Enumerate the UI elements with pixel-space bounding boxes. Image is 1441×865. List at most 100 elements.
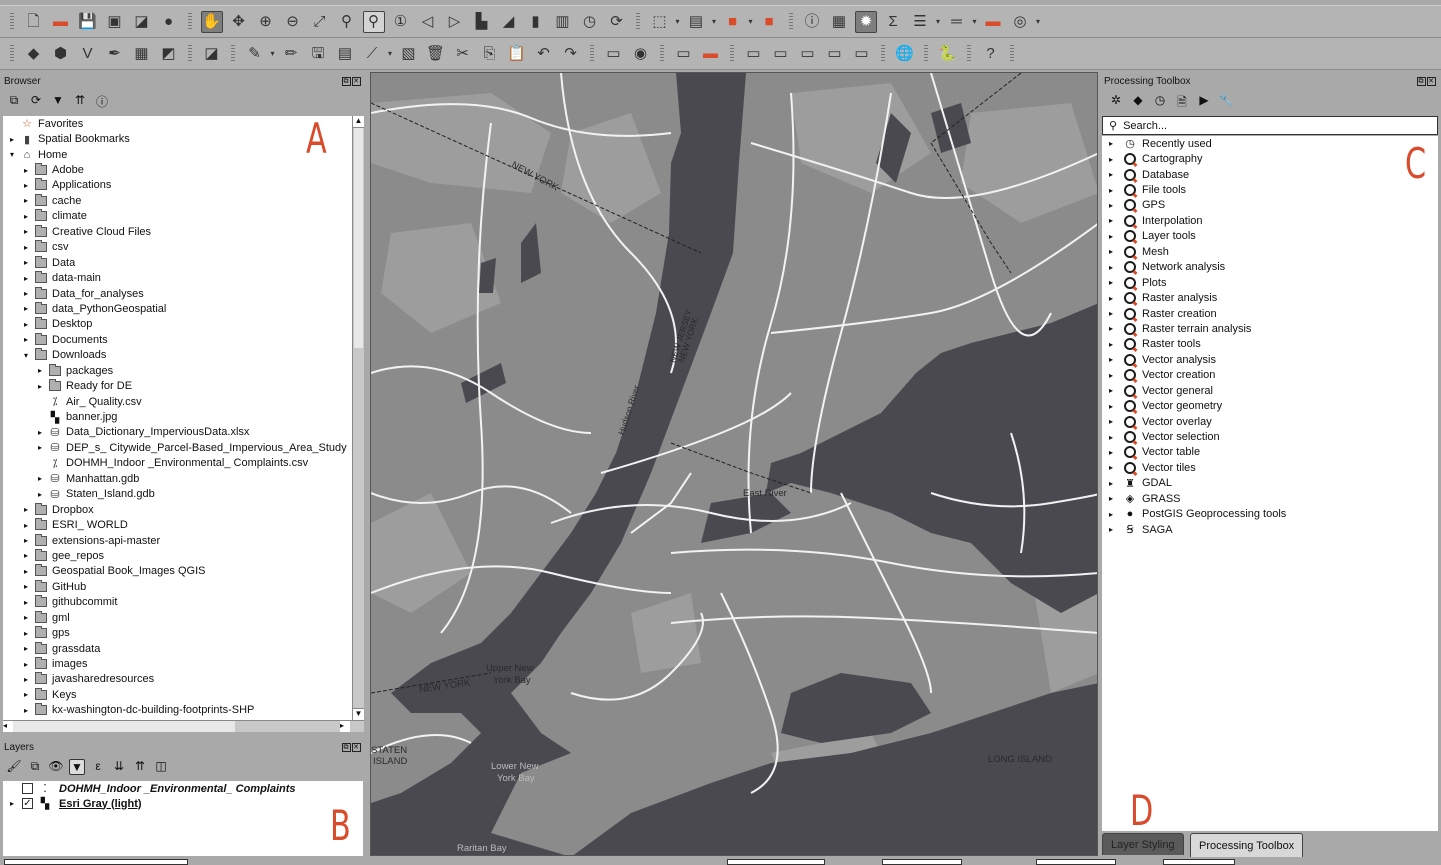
scroll-down-arrow[interactable]: ▼ [353, 708, 364, 720]
browser-item[interactable]: ▸ Data_for_analyses [3, 286, 353, 301]
new-virtual-layer-button[interactable]: ◩ [158, 43, 180, 65]
browser-item[interactable]: ▚ banner.jpg [3, 409, 353, 424]
new-geopackage-layer-button[interactable]: ⬢ [50, 43, 72, 65]
collapsed-arrow-icon[interactable]: ▸ [1106, 186, 1116, 195]
highlight-pinned-labels-button[interactable]: ▭ [673, 43, 695, 65]
dropdown-arrow-icon[interactable]: ▾ [712, 17, 716, 26]
scroll-right-arrow[interactable]: ▸ [340, 721, 350, 732]
browser-item[interactable]: ▸ ⛁ Staten_Island.gdb [3, 487, 353, 502]
collapsed-arrow-icon[interactable]: ▸ [1106, 324, 1116, 333]
browser-item[interactable]: ▸ packages [3, 363, 353, 378]
field-calculator-button[interactable]: ▦ [828, 11, 850, 33]
add-vector-layer-button[interactable]: V [77, 43, 99, 65]
rotate-label-button[interactable]: ▭ [797, 43, 819, 65]
delete-selected-button[interactable]: 🗑 [425, 43, 447, 65]
toolbox-provider-item[interactable]: ▸ Mesh [1102, 244, 1438, 259]
collapsed-arrow-icon[interactable]: ▸ [21, 690, 31, 699]
browser-item[interactable]: ▸ kx-washington-dc-building-footprints-SH… [3, 703, 353, 718]
collapsed-arrow-icon[interactable]: ▸ [21, 274, 31, 283]
collapsed-arrow-icon[interactable]: ▸ [35, 382, 45, 391]
collapse-all-icon[interactable]: ⇈ [72, 93, 88, 110]
collapsed-arrow-icon[interactable]: ▸ [21, 304, 31, 313]
browser-item[interactable]: ▸ data-main [3, 270, 353, 285]
browser-item[interactable]: ▸ images [3, 656, 353, 671]
browser-horizontal-scrollbar[interactable]: ◂ ▸ [3, 720, 364, 732]
collapsed-arrow-icon[interactable]: ▸ [1106, 402, 1116, 411]
toolbox-provider-item[interactable]: ▸ Vector geometry [1102, 398, 1438, 413]
vertex-tool-button[interactable]: ⟋ ▾ [361, 43, 392, 65]
add-selected-layers-icon[interactable]: ⧉ [6, 93, 22, 110]
scroll-up-arrow[interactable]: ▲ [353, 116, 364, 128]
toolbox-provider-item[interactable]: ▸ Database [1102, 167, 1438, 182]
move-label-button[interactable]: ▭ [770, 43, 792, 65]
expanded-arrow-icon[interactable]: ▾ [7, 150, 17, 159]
edit-features-in-place-icon[interactable]: ▶ [1196, 93, 1212, 114]
browser-item[interactable]: ▸ Data [3, 255, 353, 270]
status-scale-field[interactable] [882, 859, 962, 865]
select-features-button[interactable]: ⬚ ▾ [649, 11, 679, 33]
toolbox-provider-item[interactable]: ▸ File tools [1102, 182, 1438, 197]
collapsed-arrow-icon[interactable]: ▸ [1106, 371, 1116, 380]
refresh-icon[interactable]: ⟳ [28, 93, 44, 110]
collapsed-arrow-icon[interactable]: ▸ [1106, 386, 1116, 395]
toolbox-provider-item[interactable]: ▸ Vector table [1102, 445, 1438, 460]
zoom-in-button[interactable]: ⊕ [255, 11, 277, 33]
browser-item[interactable]: ▸ githubcommit [3, 595, 353, 610]
collapsed-arrow-icon[interactable]: ▸ [35, 474, 45, 483]
browser-item[interactable]: ⁒ Air_ Quality.csv [3, 394, 353, 409]
collapsed-arrow-icon[interactable]: ▸ [1106, 510, 1116, 519]
status-magnifier-field[interactable] [1036, 859, 1116, 865]
collapsed-arrow-icon[interactable]: ▸ [21, 629, 31, 638]
show-bookmarks-button[interactable]: ▥ [552, 11, 574, 33]
digitize-button[interactable]: ▤ [334, 43, 356, 65]
toolbox-provider-item[interactable]: ▸ GPS [1102, 198, 1438, 213]
collapsed-arrow-icon[interactable]: ▸ [1106, 479, 1116, 488]
browser-item[interactable]: ▸ ⛁ DEP_s_ Citywide_Parcel-Based_Imperviou… [3, 440, 353, 455]
collapsed-arrow-icon[interactable]: ▸ [21, 181, 31, 190]
collapsed-arrow-icon[interactable]: ▸ [21, 551, 31, 560]
collapsed-arrow-icon[interactable]: ▸ [21, 613, 31, 622]
toolbox-provider-item[interactable]: ▸ Raster tools [1102, 337, 1438, 352]
collapsed-arrow-icon[interactable]: ▸ [21, 675, 31, 684]
collapsed-arrow-icon[interactable]: ▸ [35, 428, 45, 437]
browser-item[interactable]: ▸ Dropbox [3, 502, 353, 517]
new-print-layout-button[interactable]: ▣ [104, 11, 126, 33]
float-panel-icon[interactable]: ⧉ [1417, 77, 1426, 86]
refresh-button[interactable]: ⟳ [606, 11, 628, 33]
data-source-manager-button[interactable]: ◆ [23, 43, 45, 65]
processing-toolbox-button[interactable]: ✹ [855, 10, 877, 33]
pan-to-selection-button[interactable]: ✥ [228, 11, 250, 33]
status-rotation-field[interactable] [1163, 859, 1235, 865]
python-console-button[interactable]: 🐍 [937, 43, 959, 65]
expand-all-icon[interactable]: ⇊ [111, 759, 127, 775]
collapsed-arrow-icon[interactable]: ▸ [1106, 139, 1116, 148]
collapsed-arrow-icon[interactable]: ▸ [1106, 417, 1116, 426]
toolbox-provider-item[interactable]: ▸ Vector general [1102, 383, 1438, 398]
collapsed-arrow-icon[interactable]: ▸ [21, 166, 31, 175]
browser-item[interactable]: ▸ Keys [3, 687, 353, 702]
browser-item[interactable]: ▾ Downloads [3, 348, 353, 363]
browser-item[interactable]: ▸ ⛁ Data_Dictionary_ImperviousData.xlsx [3, 425, 353, 440]
close-panel-icon[interactable]: ✕ [352, 743, 361, 752]
toggle-editing-button[interactable]: ✏ [280, 43, 302, 65]
new-memory-layer-button[interactable]: ▦ [131, 43, 153, 65]
browser-item[interactable]: ▸ ESRI_ WORLD [3, 517, 353, 532]
collapsed-arrow-icon[interactable]: ▸ [1106, 278, 1116, 287]
edit-label-button[interactable]: ▭ [851, 43, 873, 65]
collapsed-arrow-icon[interactable]: ▸ [1106, 170, 1116, 179]
collapsed-arrow-icon[interactable]: ▸ [1106, 463, 1116, 472]
add-mesh-layer-button[interactable]: ◪ [201, 43, 223, 65]
toolbox-provider-item[interactable]: ▸ ♜ GDAL [1102, 476, 1438, 491]
collapsed-arrow-icon[interactable]: ▸ [21, 644, 31, 653]
map-tips-button[interactable]: ▬ [982, 11, 1004, 33]
expanded-arrow-icon[interactable]: ▾ [21, 351, 31, 360]
show-hide-labels-button[interactable]: ▭ [743, 43, 765, 65]
browser-item[interactable]: ▾ ⌂ Home [3, 147, 353, 162]
deselect-features-button[interactable]: ■ ▾ [722, 11, 753, 33]
browser-item[interactable]: ▸ GitHub [3, 579, 353, 594]
browser-item[interactable]: ▸ gps [3, 625, 353, 640]
collapsed-arrow-icon[interactable]: ▸ [1106, 155, 1116, 164]
pan-map-button[interactable]: ✋ [200, 10, 223, 33]
filter-legend-expression-icon[interactable]: ε [90, 759, 106, 775]
collapsed-arrow-icon[interactable]: ▸ [21, 521, 31, 530]
